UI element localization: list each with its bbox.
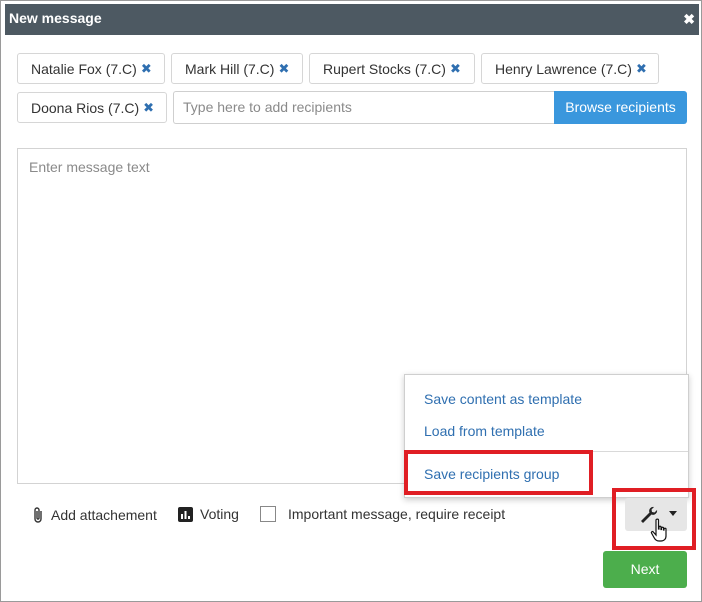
recipient-chip: Natalie Fox (7.C) ✖ [17,53,165,84]
recipient-name: Rupert Stocks (7.C) [323,60,446,77]
dialog-title: New message [9,10,102,26]
new-message-dialog: New message ✖ Natalie Fox (7.C) ✖ Mark H… [0,0,702,602]
recipient-chip: Doona Rios (7.C) ✖ [17,92,167,123]
bar-chart-icon [178,506,193,522]
menu-item-load-template[interactable]: Load from template [424,423,545,439]
voting-button[interactable]: Voting [178,506,239,522]
paperclip-icon [34,507,42,523]
recipient-chip: Mark Hill (7.C) ✖ [171,53,303,84]
add-attachment-button[interactable]: Add attachement [32,506,157,524]
voting-label: Voting [200,506,239,522]
recipient-name: Doona Rios (7.C) [31,99,140,116]
remove-icon[interactable]: ✖ [143,100,154,116]
menu-item-save-template[interactable]: Save content as template [424,391,582,407]
message-placeholder: Enter message text [29,159,150,175]
attachment-label: Add attachement [51,507,157,523]
highlight-box [612,488,696,550]
highlight-box [404,450,593,495]
recipient-input[interactable]: Type here to add recipients [173,91,554,124]
remove-icon[interactable]: ✖ [450,61,461,77]
title-bar: New message ✖ [5,4,699,35]
browse-recipients-button[interactable]: Browse recipients [554,91,687,124]
recipient-name: Mark Hill (7.C) [185,60,275,77]
important-message-option: Important message, require receipt [260,506,505,522]
remove-icon[interactable]: ✖ [278,61,289,77]
recipient-name: Henry Lawrence (7.C) [495,60,632,77]
important-label: Important message, require receipt [288,506,506,522]
recipient-name: Natalie Fox (7.C) [31,60,137,77]
close-icon[interactable]: ✖ [683,11,695,28]
remove-icon[interactable]: ✖ [141,61,152,77]
important-checkbox[interactable] [260,506,276,522]
recipient-chip: Henry Lawrence (7.C) ✖ [481,53,659,84]
recipient-chip: Rupert Stocks (7.C) ✖ [309,53,475,84]
next-button[interactable]: Next [603,551,687,588]
remove-icon[interactable]: ✖ [636,61,647,77]
